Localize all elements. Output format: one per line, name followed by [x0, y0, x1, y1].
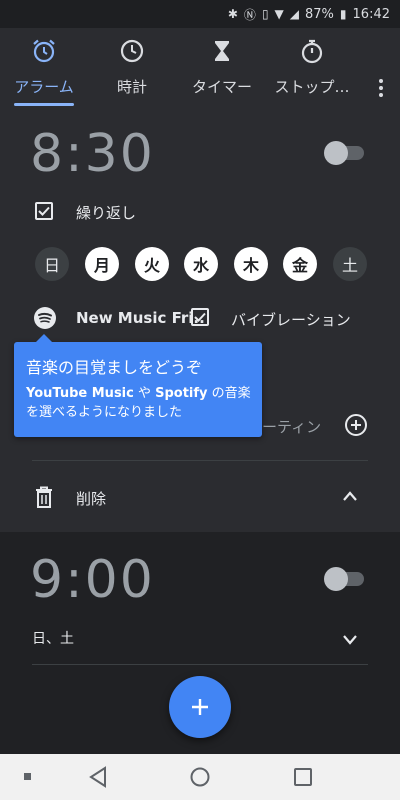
home-icon[interactable] — [190, 767, 210, 787]
day-thursday[interactable]: 木 — [234, 247, 268, 281]
day-friday[interactable]: 金 — [283, 247, 317, 281]
routine-label[interactable]: ーティン — [262, 416, 321, 437]
trash-icon[interactable] — [35, 486, 53, 508]
back-icon[interactable] — [88, 766, 108, 788]
alarm-card-expanded[interactable]: 8:30 繰り返し 日 月 火 水 木 金 土 New Music Fri.. … — [0, 110, 400, 532]
ringtone-label[interactable]: New Music Fri.. — [76, 309, 205, 327]
divider — [32, 460, 368, 461]
day-sunday[interactable]: 日 — [35, 247, 69, 281]
chevron-up-icon[interactable] — [342, 490, 358, 502]
overview-icon[interactable] — [293, 767, 313, 787]
tab-alarm-label: アラーム — [14, 78, 74, 96]
tooltip-brand-spotify: Spotify — [155, 386, 208, 401]
tab-timer[interactable]: タイマー — [178, 28, 266, 110]
status-bar: ✱ Ⓝ ▯ ▼ ◢ 87% ▮ 16:42 — [0, 0, 400, 28]
tab-clock[interactable]: 時計 — [88, 28, 176, 110]
alarm-time[interactable]: 9:00 — [30, 550, 155, 610]
recent-dot-icon[interactable] — [24, 773, 32, 781]
tooltip-text-ya: や — [133, 386, 156, 401]
day-tuesday[interactable]: 火 — [135, 247, 169, 281]
tooltip-body: YouTube Music や Spotify の音楽を選べるようになりました — [26, 384, 254, 422]
signal-icon: ◢ — [289, 7, 300, 21]
day-saturday[interactable]: 土 — [333, 247, 367, 281]
tooltip-title: 音楽の目覚ましをどうぞ — [26, 358, 203, 377]
day-monday[interactable]: 月 — [85, 247, 119, 281]
hourglass-icon — [215, 41, 229, 61]
clock-icon — [120, 39, 144, 63]
tab-timer-label: タイマー — [191, 78, 252, 96]
chevron-down-icon[interactable] — [342, 634, 358, 646]
plus-icon — [192, 699, 208, 715]
music-tooltip[interactable]: 音楽の目覚ましをどうぞ YouTube Music や Spotify の音楽を… — [14, 334, 262, 437]
tab-active-indicator — [14, 103, 74, 106]
repeat-label: 繰り返し — [76, 204, 137, 222]
alarm-time[interactable]: 8:30 — [30, 124, 155, 184]
alarm-toggle[interactable] — [324, 567, 364, 591]
tab-alarm[interactable]: アラーム — [0, 28, 88, 110]
battery-percent: 87% — [305, 6, 334, 22]
toggle-knob — [324, 567, 348, 591]
toggle-knob — [324, 141, 348, 165]
add-alarm-button[interactable] — [169, 676, 231, 738]
bluetooth-icon: ✱ — [227, 7, 238, 21]
more-options-icon[interactable] — [378, 76, 384, 100]
tab-stopwatch-label: ストップ… — [274, 78, 350, 96]
status-time: 16:42 — [352, 6, 390, 22]
tab-clock-label: 時計 — [116, 78, 147, 96]
battery-icon: ▮ — [339, 7, 347, 21]
vibration-label: バイブレーション — [231, 311, 351, 329]
delete-label[interactable]: 削除 — [76, 488, 106, 509]
repeat-checkbox[interactable] — [35, 202, 53, 220]
vibrate-icon: ▯ — [261, 7, 269, 21]
vibration-checkbox[interactable] — [191, 308, 209, 326]
alarm-toggle[interactable] — [324, 141, 364, 165]
tab-bar: アラーム 時計 タイマー ストップ… — [0, 28, 400, 110]
day-wednesday[interactable]: 水 — [184, 247, 218, 281]
system-nav-bar — [0, 754, 400, 800]
tooltip-arrow — [36, 334, 52, 342]
alarm-clock-icon — [33, 39, 55, 63]
stopwatch-icon — [301, 39, 323, 64]
add-routine-icon[interactable] — [344, 413, 368, 437]
wifi-icon: ▼ — [274, 7, 284, 21]
spotify-icon[interactable] — [33, 306, 57, 330]
nfc-icon: Ⓝ — [243, 7, 256, 22]
divider — [32, 664, 368, 665]
check-icon — [194, 312, 206, 322]
alarm-days-summary: 日、土 — [32, 631, 74, 647]
tab-stopwatch[interactable]: ストップ… — [268, 28, 356, 110]
tooltip-brand-youtube: YouTube Music — [26, 386, 134, 401]
check-icon — [38, 206, 50, 216]
